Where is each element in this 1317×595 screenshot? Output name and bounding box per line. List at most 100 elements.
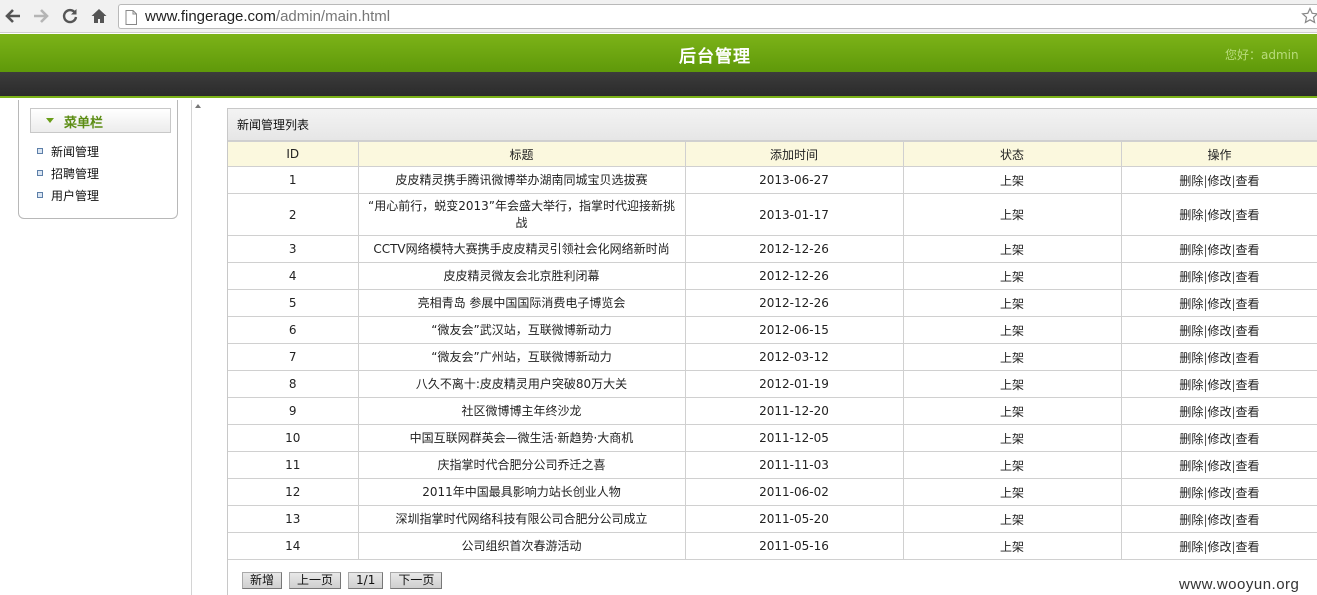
edit-link[interactable]: 修改 — [1207, 297, 1231, 311]
edit-link[interactable]: 修改 — [1207, 486, 1231, 500]
cell-id: 8 — [228, 370, 359, 398]
edit-link[interactable]: 修改 — [1207, 324, 1231, 338]
edit-link[interactable]: 修改 — [1207, 243, 1231, 257]
delete-link[interactable]: 删除 — [1179, 243, 1203, 257]
delete-link[interactable]: 删除 — [1179, 486, 1203, 500]
view-link[interactable]: 查看 — [1236, 174, 1260, 188]
delete-link[interactable]: 删除 — [1179, 174, 1203, 188]
view-link[interactable]: 查看 — [1236, 432, 1260, 446]
cell-title: “微友会”广州站，互联微博新动力 — [357, 343, 686, 371]
scroll-up-arrow-icon[interactable] — [195, 104, 201, 108]
view-link[interactable]: 查看 — [1236, 459, 1260, 473]
delete-link[interactable]: 删除 — [1179, 351, 1203, 365]
next-page-button[interactable]: 下一页 — [390, 572, 443, 589]
edit-link[interactable]: 修改 — [1207, 270, 1231, 284]
page-icon — [125, 10, 137, 28]
bookmark-star-icon[interactable] — [1301, 7, 1317, 28]
view-link[interactable]: 查看 — [1236, 351, 1260, 365]
watermark: www.wooyun.org — [1179, 576, 1300, 593]
cell-date: 2011-05-16 — [684, 532, 904, 560]
table-row: 13 深圳指掌时代网络科技有限公司合肥分公司成立 2011-05-20 上架 删除|修改… — [228, 505, 1317, 533]
view-link[interactable]: 查看 — [1236, 297, 1260, 311]
view-link[interactable]: 查看 — [1236, 513, 1260, 527]
cell-date: 2011-12-20 — [684, 397, 904, 425]
delete-link[interactable]: 删除 — [1179, 405, 1203, 419]
frame-splitter[interactable] — [191, 100, 192, 595]
cell-actions: 删除|修改|查看 — [1120, 424, 1317, 452]
table-row: 8 八久不离十:皮皮精灵用户突破80万大关 2012-01-19 上架 删除|修改|查看 — [228, 370, 1317, 398]
sidebar-item-label: 新闻管理 — [51, 144, 100, 159]
cell-date: 2012-01-19 — [684, 370, 904, 398]
cell-date: 2012-12-26 — [684, 289, 904, 317]
cell-status: 上架 — [902, 289, 1122, 317]
cell-date: 2011-12-05 — [684, 424, 904, 452]
cell-status: 上架 — [902, 505, 1122, 533]
edit-link[interactable]: 修改 — [1207, 208, 1231, 222]
cell-title: 八久不离十:皮皮精灵用户突破80万大关 — [357, 370, 686, 398]
add-button[interactable]: 新增 — [242, 572, 283, 589]
cell-id: 14 — [228, 532, 359, 560]
cell-title: CCTV网络模特大赛携手皮皮精灵引领社会化网络新时尚 — [357, 235, 686, 263]
page-title: 后台管理 — [679, 47, 751, 67]
table-row: 14 公司组织首次春游活动 2011-05-16 上架 删除|修改|查看 — [228, 532, 1317, 560]
cell-actions: 删除|修改|查看 — [1120, 316, 1317, 344]
edit-link[interactable]: 修改 — [1207, 174, 1231, 188]
cell-date: 2011-06-02 — [684, 478, 904, 506]
delete-link[interactable]: 删除 — [1179, 208, 1203, 222]
cell-date: 2013-06-27 — [684, 166, 904, 194]
delete-link[interactable]: 删除 — [1179, 432, 1203, 446]
menu-heading-label: 菜单栏 — [64, 116, 104, 131]
edit-link[interactable]: 修改 — [1207, 459, 1231, 473]
edit-link[interactable]: 修改 — [1207, 432, 1231, 446]
edit-link[interactable]: 修改 — [1207, 351, 1231, 365]
cell-id: 6 — [228, 316, 359, 344]
view-link[interactable]: 查看 — [1236, 405, 1260, 419]
news-table: ID 标题 添加时间 状态 操作 1 皮皮精灵携手腾讯微博举办湖南同城宝贝选拔赛 2… — [228, 141, 1317, 560]
view-link[interactable]: 查看 — [1236, 243, 1260, 257]
table-row: 12 2011年中国最具影响力站长创业人物 2011-06-02 上架 删除|修改|查看 — [228, 478, 1317, 506]
sidebar-item-recruitment[interactable]: 招聘管理 — [37, 162, 99, 184]
view-link[interactable]: 查看 — [1236, 208, 1260, 222]
reload-icon[interactable] — [58, 4, 82, 28]
edit-link[interactable]: 修改 — [1207, 513, 1231, 527]
view-link[interactable]: 查看 — [1236, 270, 1260, 284]
view-link[interactable]: 查看 — [1236, 324, 1260, 338]
page-indicator: 1/1 — [348, 572, 384, 589]
table-row: 5 亮相青岛 参展中国国际消费电子博览会 2012-12-26 上架 删除|修改|查看 — [228, 289, 1317, 317]
pager: 新增 上一页 1/1 下一页 — [242, 572, 449, 589]
prev-page-button[interactable]: 上一页 — [289, 572, 342, 589]
table-row: 2 “用心前行，蜕变2013”年会盛大举行，指掌时代迎接新挑战 2013-01-17… — [228, 193, 1317, 236]
bullet-icon — [37, 192, 43, 198]
cell-id: 10 — [228, 424, 359, 452]
edit-link[interactable]: 修改 — [1207, 405, 1231, 419]
view-link[interactable]: 查看 — [1236, 486, 1260, 500]
delete-link[interactable]: 删除 — [1179, 513, 1203, 527]
cell-actions: 删除|修改|查看 — [1120, 166, 1317, 194]
menu-heading[interactable]: 菜单栏 — [30, 108, 171, 133]
back-icon[interactable] — [1, 4, 25, 28]
cell-actions: 删除|修改|查看 — [1120, 370, 1317, 398]
sidebar-item-news[interactable]: 新闻管理 — [37, 140, 99, 162]
address-bar[interactable]: www.fingerage.com/admin/main.html — [118, 4, 1317, 29]
view-link[interactable]: 查看 — [1236, 378, 1260, 392]
cell-title: 深圳指掌时代网络科技有限公司合肥分公司成立 — [357, 505, 686, 533]
delete-link[interactable]: 删除 — [1179, 540, 1203, 554]
cell-title: 中国互联网群英会—微生活·新趋势·大商机 — [357, 424, 686, 452]
home-icon[interactable] — [87, 4, 111, 28]
edit-link[interactable]: 修改 — [1207, 378, 1231, 392]
edit-link[interactable]: 修改 — [1207, 540, 1231, 554]
cell-title: 2011年中国最具影响力站长创业人物 — [357, 478, 686, 506]
delete-link[interactable]: 删除 — [1179, 297, 1203, 311]
view-link[interactable]: 查看 — [1236, 540, 1260, 554]
sidebar-item-users[interactable]: 用户管理 — [37, 184, 99, 206]
forward-icon[interactable] — [29, 4, 53, 28]
table-row: 3 CCTV网络模特大赛携手皮皮精灵引领社会化网络新时尚 2012-12-26 上架删… — [228, 235, 1317, 263]
delete-link[interactable]: 删除 — [1179, 459, 1203, 473]
cell-actions: 删除|修改|查看 — [1120, 235, 1317, 263]
delete-link[interactable]: 删除 — [1179, 324, 1203, 338]
delete-link[interactable]: 删除 — [1179, 378, 1203, 392]
delete-link[interactable]: 删除 — [1179, 270, 1203, 284]
cell-id: 9 — [228, 397, 359, 425]
column-header-title: 标题 — [357, 141, 686, 167]
table-row: 11 庆指掌时代合肥分公司乔迁之喜 2011-11-03 上架 删除|修改|查看 — [228, 451, 1317, 479]
